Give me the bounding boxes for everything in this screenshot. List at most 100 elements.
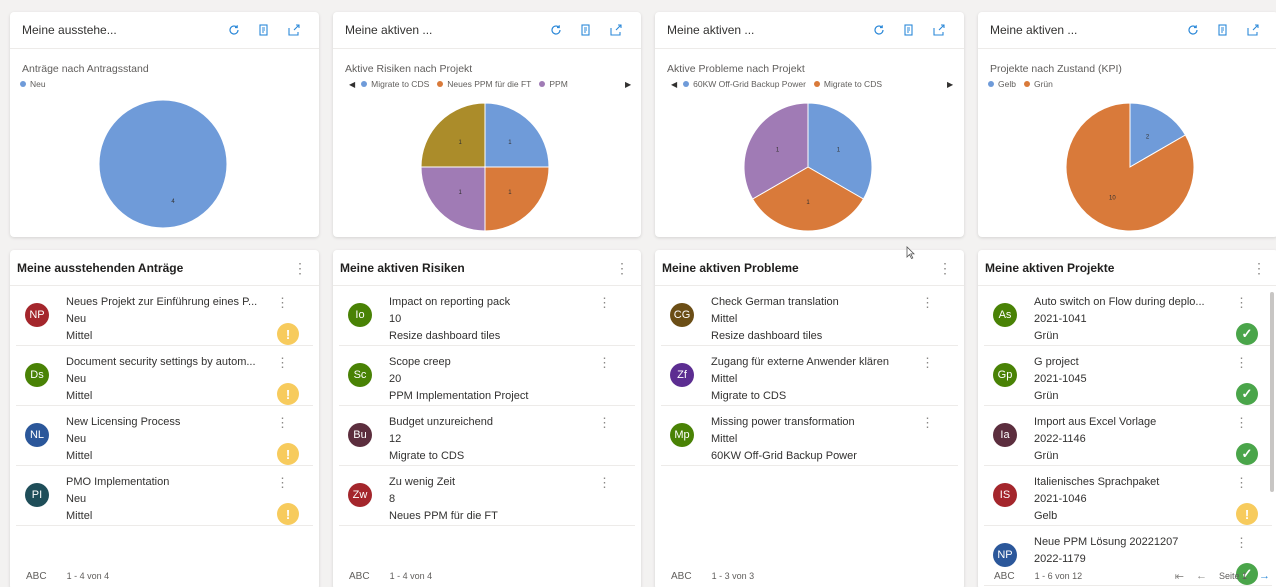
list-card-projekte: Meine aktiven Projekte ⋮ As Auto switch o… xyxy=(978,250,1276,587)
list-item[interactable]: NL New Licensing Process Neu Mittel ⋮! xyxy=(16,406,313,466)
first-page-icon[interactable]: ⇤ xyxy=(1175,570,1184,583)
avatar: NP xyxy=(25,303,49,327)
more-icon[interactable]: ⋮ xyxy=(615,261,629,275)
more-icon[interactable]: ⋮ xyxy=(921,296,934,309)
more-icon[interactable]: ⋮ xyxy=(598,476,611,489)
refresh-icon[interactable] xyxy=(227,23,241,37)
list-item-title: New Licensing Process xyxy=(66,416,181,428)
record-count: 1 - 4 von 4 xyxy=(389,571,433,581)
expand-icon[interactable] xyxy=(1246,23,1260,37)
list-card-title: Meine ausstehenden Anträge xyxy=(17,260,184,275)
more-icon[interactable]: ⋮ xyxy=(276,416,289,429)
page-label: Seite 1 xyxy=(1218,571,1247,581)
pager: ⇤ ← Seite 1 → xyxy=(1175,570,1270,583)
more-icon[interactable]: ⋮ xyxy=(276,356,289,369)
pie-slice[interactable] xyxy=(484,166,550,232)
expand-icon[interactable] xyxy=(287,23,301,37)
more-icon[interactable]: ⋮ xyxy=(293,261,307,275)
more-icon[interactable]: ⋮ xyxy=(598,296,611,309)
more-icon[interactable]: ⋮ xyxy=(1252,261,1266,275)
list-item[interactable]: IS Italienisches Sprachpaket 2021-1046 Gelb… xyxy=(984,466,1272,526)
abc-filter-button[interactable]: ABC xyxy=(349,571,370,582)
next-page-icon[interactable]: → xyxy=(1259,570,1270,582)
more-icon[interactable]: ⋮ xyxy=(1235,536,1248,549)
previous-page-icon[interactable]: ← xyxy=(1196,570,1207,582)
list-scrollbar[interactable] xyxy=(1270,292,1274,492)
list-item[interactable]: Ia Import aus Excel Vorlage 2022-1146 Grün ⋮… xyxy=(984,406,1272,466)
avatar: NL xyxy=(25,423,49,447)
refresh-icon[interactable] xyxy=(549,23,563,37)
list-item[interactable]: Gp G project 2021-1045 Grün ⋮ ✓ xyxy=(984,346,1272,406)
more-icon[interactable]: ⋮ xyxy=(921,416,934,429)
export-icon[interactable] xyxy=(1216,23,1230,37)
list-footer: ABC 1 - 4 von 4 xyxy=(10,561,319,587)
export-icon[interactable] xyxy=(579,23,593,37)
status-warning-icon: ! xyxy=(277,323,299,345)
list-item[interactable]: Bu Budget unzureichend 12 Migrate to CDS ⋮ xyxy=(339,406,635,466)
more-icon[interactable]: ⋮ xyxy=(1235,476,1248,489)
list-item[interactable]: CG Check German translation Mittel Resize d… xyxy=(661,286,958,346)
list-item[interactable]: Ds Document security settings by autom...… xyxy=(16,346,313,406)
more-icon[interactable]: ⋮ xyxy=(1235,416,1248,429)
pie-chart: 111 xyxy=(743,102,873,232)
more-icon[interactable]: ⋮ xyxy=(276,296,289,309)
more-icon[interactable]: ⋮ xyxy=(1235,296,1248,309)
record-count: 1 - 4 von 4 xyxy=(66,571,110,581)
list-card-antraege: Meine ausstehenden Anträge ⋮ NP Neues Pro… xyxy=(10,250,319,587)
list-item-detail: 20 xyxy=(389,373,402,385)
list-item-detail: 2022-1146 xyxy=(1034,433,1086,445)
list-item[interactable]: Mp Missing power transformation Mittel 60KW… xyxy=(661,406,958,466)
more-icon[interactable]: ⋮ xyxy=(1235,356,1248,369)
avatar: PI xyxy=(25,483,49,507)
pie-slice[interactable] xyxy=(420,166,486,232)
chart-card-header: Meine aktiven ... xyxy=(655,12,964,49)
chart-card-projekte: Meine aktiven ... Projekte nach Zustand … xyxy=(978,12,1276,237)
list-card-risiken: Meine aktiven Risiken ⋮ Io Impact on repo… xyxy=(333,250,641,587)
list-item-title: Neues Projekt zur Einführung eines P... xyxy=(66,296,258,308)
more-icon[interactable]: ⋮ xyxy=(921,356,934,369)
export-icon[interactable] xyxy=(902,23,916,37)
expand-icon[interactable] xyxy=(932,23,946,37)
list-item[interactable]: PI PMO Implementation Neu Mittel ⋮! xyxy=(16,466,313,526)
list-item-detail: Grün xyxy=(1034,390,1059,402)
list-card-header: Meine aktiven Probleme ⋮ xyxy=(655,250,964,286)
list-item-detail: Mittel xyxy=(711,433,738,445)
list-item-detail: 2021-1046 xyxy=(1034,493,1087,505)
more-icon[interactable]: ⋮ xyxy=(598,416,611,429)
chart-card-probleme: Meine aktiven ... Aktive Probleme nach P… xyxy=(655,12,964,237)
more-icon[interactable]: ⋮ xyxy=(598,356,611,369)
list-item-detail: 2021-1045 xyxy=(1034,373,1087,385)
pie-chart: 210 xyxy=(1065,102,1195,232)
list-item[interactable]: Zw Zu wenig Zeit 8 Neues PPM für die FT ⋮ xyxy=(339,466,635,526)
refresh-icon[interactable] xyxy=(1186,23,1200,37)
expand-icon[interactable] xyxy=(609,23,623,37)
list-item-title: Document security settings by autom... xyxy=(66,356,256,368)
more-icon[interactable]: ⋮ xyxy=(276,476,289,489)
avatar: Bu xyxy=(348,423,372,447)
status-warning-icon: ! xyxy=(277,443,299,465)
chart-card-title: Meine aktiven ... xyxy=(667,23,755,37)
list-item-detail: Neu xyxy=(66,493,87,505)
list-item[interactable]: As Auto switch on Flow during deplo... 202… xyxy=(984,286,1272,346)
pie-slice[interactable] xyxy=(484,102,550,168)
avatar: CG xyxy=(670,303,694,327)
list-footer: ABC 1 - 3 von 3 xyxy=(655,561,964,587)
list-item[interactable]: NP Neues Projekt zur Einführung eines P..… xyxy=(16,286,313,346)
list-item-title: Scope creep xyxy=(389,356,451,368)
pie-slice[interactable] xyxy=(420,102,486,168)
list-card-header: Meine aktiven Risiken ⋮ xyxy=(333,250,641,286)
refresh-icon[interactable] xyxy=(872,23,886,37)
chart-card-title: Meine aktiven ... xyxy=(345,23,433,37)
pie-slice[interactable] xyxy=(98,99,228,229)
more-icon[interactable]: ⋮ xyxy=(938,261,952,275)
list-item[interactable]: Io Impact on reporting pack 10 Resize dashb… xyxy=(339,286,635,346)
abc-filter-button[interactable]: ABC xyxy=(671,571,692,582)
list-item[interactable]: Zf Zugang für externe Anwender klären Mitt… xyxy=(661,346,958,406)
export-icon[interactable] xyxy=(257,23,271,37)
abc-filter-button[interactable]: ABC xyxy=(26,571,47,582)
list-item-detail: Neu xyxy=(66,313,87,325)
status-warning-icon: ! xyxy=(1236,503,1258,525)
chart-card-header: Meine ausstehe... xyxy=(10,12,319,49)
list-item[interactable]: Sc Scope creep 20 PPM Implementation Projec… xyxy=(339,346,635,406)
abc-filter-button[interactable]: ABC xyxy=(994,571,1015,582)
